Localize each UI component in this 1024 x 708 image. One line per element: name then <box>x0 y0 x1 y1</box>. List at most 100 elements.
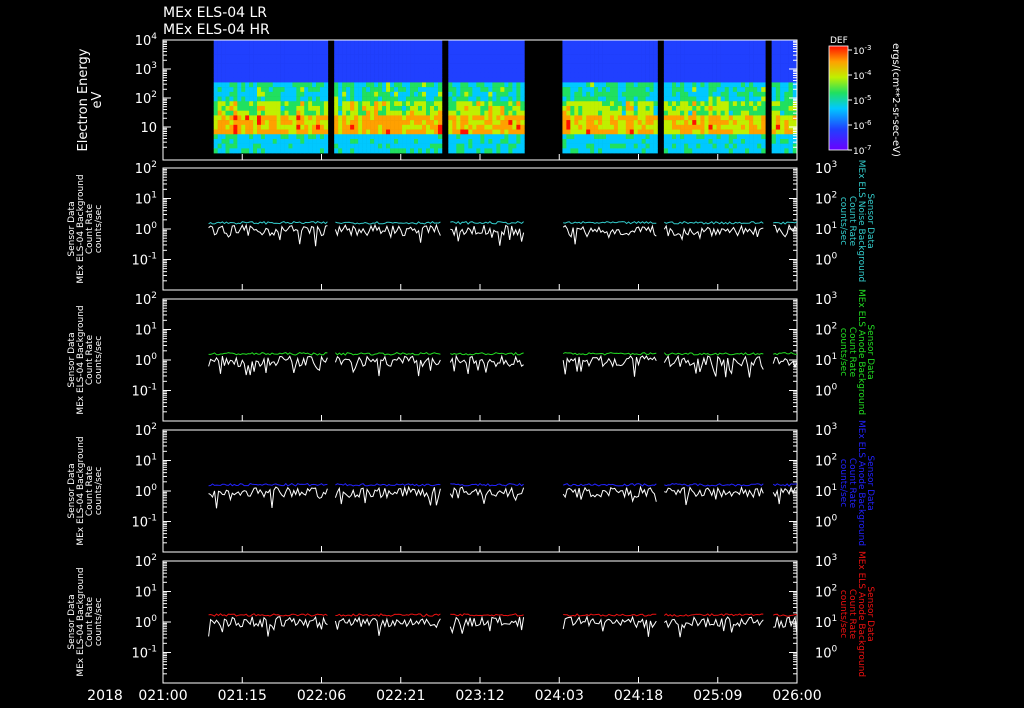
spectrogram-cell <box>241 63 246 69</box>
spectrogram-cell <box>410 96 415 102</box>
spectrogram-cell <box>629 138 635 144</box>
spectrogram-cell <box>460 129 465 135</box>
spectrogram-cell <box>761 120 766 126</box>
spectrogram-cell <box>578 44 583 50</box>
spectrogram-cell <box>476 148 481 154</box>
spectrogram-cell <box>319 115 325 121</box>
spectrogram-cell <box>578 138 583 144</box>
spectrogram-cell <box>508 124 513 130</box>
spectrogram-cell <box>570 124 575 130</box>
spectrogram-cell <box>308 68 313 74</box>
spectrogram-cell <box>425 44 431 50</box>
spectrogram-cell <box>566 77 571 83</box>
spectrogram-cell <box>716 129 721 135</box>
spectrogram-cell <box>574 105 579 111</box>
spectrogram-cell <box>237 129 242 135</box>
spectrogram-cell <box>390 54 395 60</box>
spectrogram-cell <box>468 110 473 116</box>
spectrogram-cell <box>480 101 485 107</box>
spectrogram-cell <box>692 148 697 154</box>
spectrogram-cell <box>342 129 347 135</box>
spectrogram-cell <box>663 115 669 121</box>
spectrogram-cell <box>229 115 234 121</box>
spectrogram-cell <box>621 91 627 97</box>
spectrogram-cell <box>378 77 383 83</box>
spectrogram-cell <box>788 72 794 78</box>
spectrogram-cell <box>629 40 635 46</box>
spectrogram-cell <box>788 87 794 93</box>
spectrogram-cell <box>418 40 423 46</box>
spectrogram-cell <box>724 49 730 55</box>
spectrogram-cell <box>308 138 313 144</box>
spectrogram-cell <box>319 40 325 46</box>
spectrogram-cell <box>496 44 501 50</box>
spectrogram-cell <box>663 72 669 78</box>
spectrogram-cell <box>508 120 513 126</box>
spectrogram-cell <box>253 129 258 135</box>
spectrogram-cell <box>606 148 611 154</box>
spectrogram-cell <box>468 115 473 121</box>
spectrogram-cell <box>342 40 347 46</box>
spectrogram-cell <box>736 40 742 46</box>
series-line-red <box>663 613 764 617</box>
spectrogram-cell <box>496 134 501 140</box>
spectrogram-cell <box>260 134 266 140</box>
spectrogram-cell <box>617 120 623 126</box>
spectrogram-cell <box>594 58 599 64</box>
spectrogram-cell <box>562 91 567 97</box>
spectrogram-cell <box>578 129 583 135</box>
spectrogram-cell <box>460 40 465 46</box>
spectrogram-cell <box>676 120 681 126</box>
spectrogram-cell <box>464 101 469 107</box>
spectrogram-cell <box>671 44 677 50</box>
spectrogram-cell <box>732 115 738 121</box>
spectrogram-cell <box>629 72 635 78</box>
spectrogram-cell <box>574 77 579 83</box>
spectrogram-cell <box>582 72 587 78</box>
spectrogram-cell <box>233 87 238 93</box>
spectrogram-cell <box>245 134 250 140</box>
spectrogram-cell <box>268 82 274 88</box>
spectrogram-cell <box>342 82 347 88</box>
spectrogram-cell <box>645 129 650 135</box>
spectrogram-cell <box>362 77 367 83</box>
spectrogram-cell <box>288 96 293 102</box>
spectrogram-cell <box>671 134 677 140</box>
spectrogram-cell <box>566 101 571 107</box>
spectrogram-cell <box>582 49 587 55</box>
spectrogram-cell <box>468 63 473 69</box>
panel-right-label: Sensor DataMEx ELS Anode BackgroundCount… <box>838 420 875 546</box>
spectrogram-cell <box>264 58 270 64</box>
spectrogram-cell <box>598 68 603 74</box>
spectrogram-cell <box>496 91 501 97</box>
spectrogram-cell <box>402 68 407 74</box>
series-line-cyan <box>664 221 764 225</box>
spectrogram-cell <box>319 96 325 102</box>
spectrogram-cell <box>217 87 222 93</box>
spectrogram-cell <box>676 40 681 46</box>
spectrogram-cell <box>649 54 654 60</box>
spectrogram-cell <box>276 129 281 135</box>
spectrogram-cell <box>617 138 623 144</box>
spectrogram-cell <box>496 148 501 154</box>
spectrogram-cell <box>418 68 423 74</box>
spectrogram-cell <box>716 68 721 74</box>
spectrogram-cell <box>602 134 607 140</box>
spectrogram-cell <box>500 115 505 121</box>
spectrogram-cell <box>496 124 501 130</box>
spectrogram-cell <box>276 82 281 88</box>
spectrogram-cell <box>264 124 270 130</box>
spectrogram-cell <box>784 72 789 78</box>
spectrogram-cell <box>249 44 254 50</box>
spectrogram-cell <box>284 77 289 83</box>
spectrogram-cell <box>378 105 383 111</box>
spectrogram-cell <box>225 54 230 60</box>
spectrogram-cell <box>745 49 750 55</box>
spectrogram-cell <box>288 68 293 74</box>
spectrogram-cell <box>382 101 387 107</box>
spectrogram-cell <box>578 58 583 64</box>
spectrogram-cell <box>688 91 693 97</box>
spectrogram-cell <box>316 134 321 140</box>
spectrogram-cell <box>637 110 642 116</box>
spectrogram-cell <box>249 63 254 69</box>
